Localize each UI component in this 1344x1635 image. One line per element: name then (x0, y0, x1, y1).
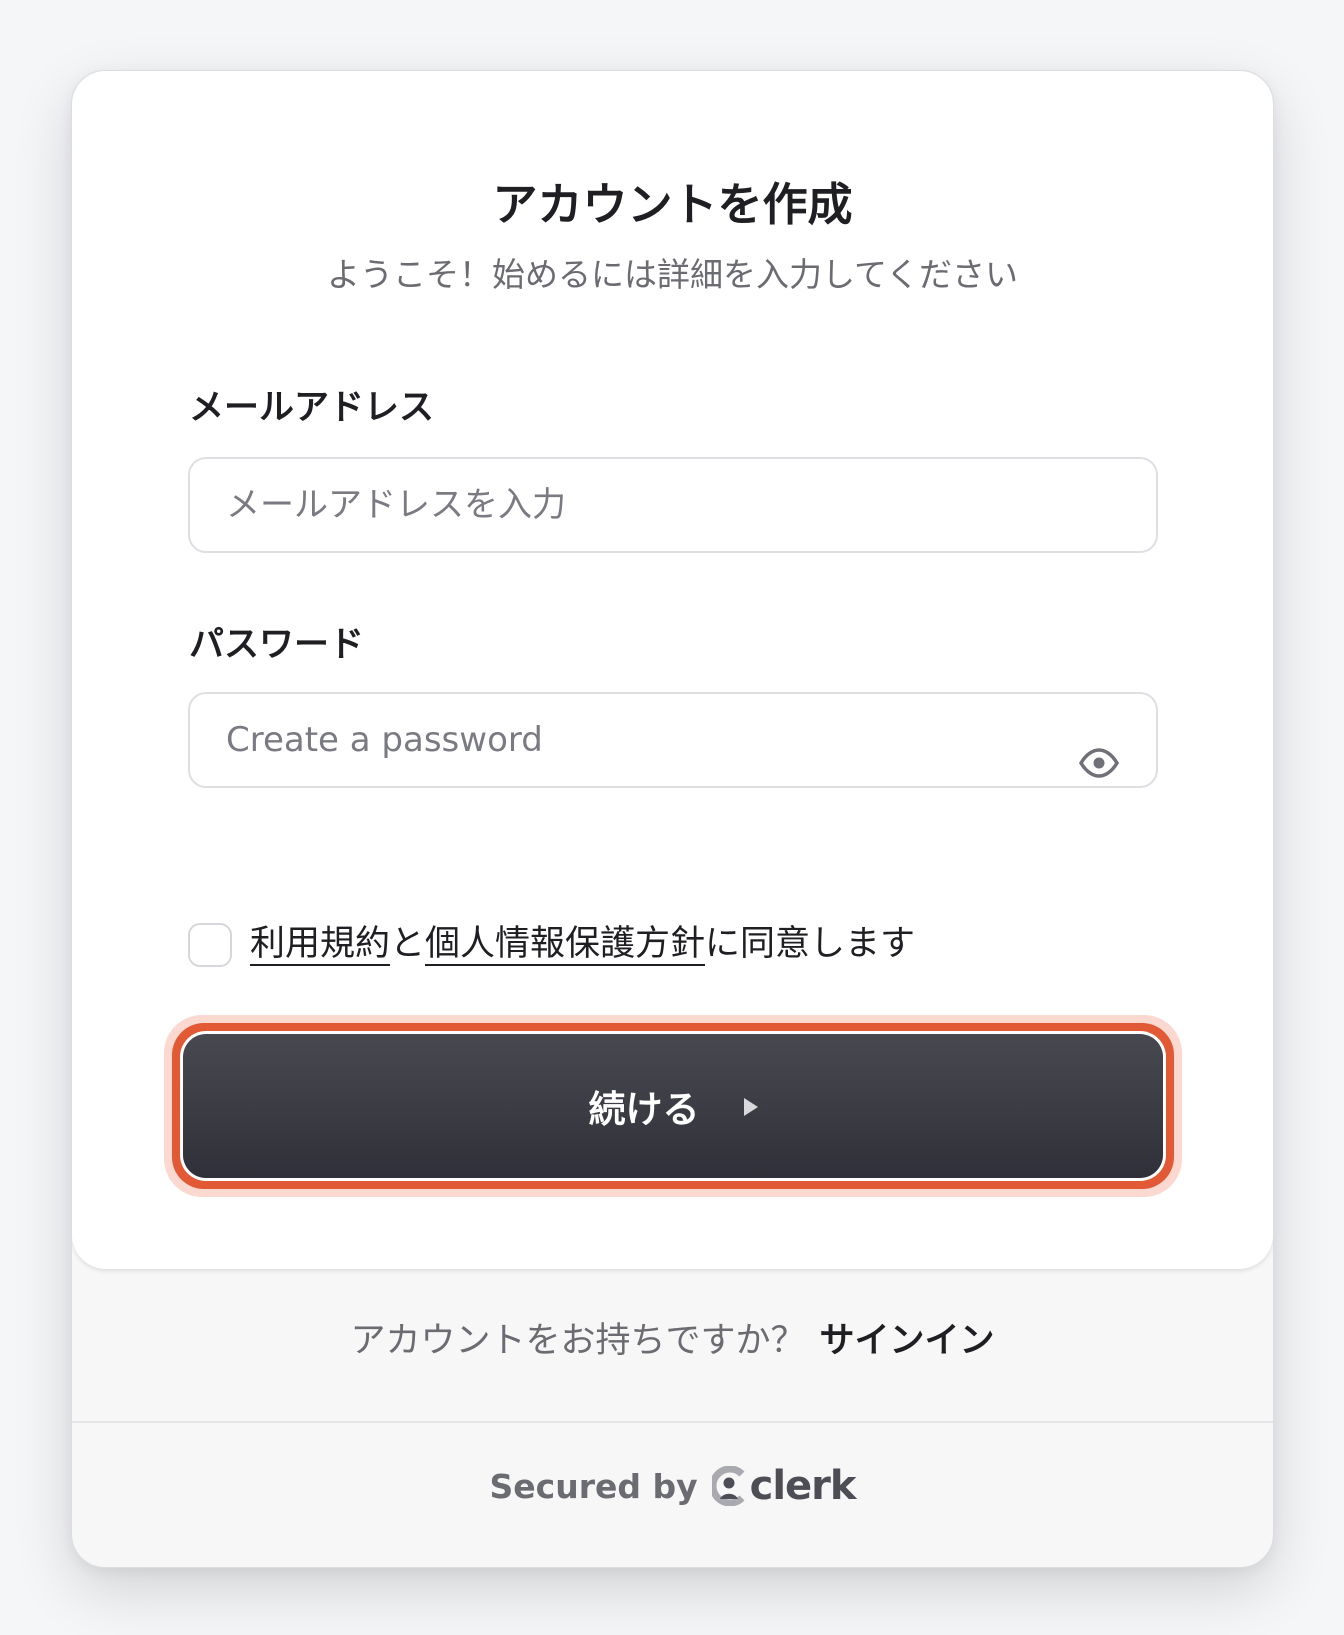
secured-by-text: Secured by (489, 1466, 698, 1506)
email-field-wrapper (188, 457, 1158, 553)
consent-text: 利用規約と個人情報保護方針に同意します (250, 917, 915, 971)
terms-checkbox[interactable] (188, 923, 232, 967)
secured-by-badge: Secured by clerk (72, 1463, 1273, 1509)
password-field[interactable] (190, 694, 1156, 786)
page-subtitle: ようこそ！始めるには詳細を入力してください (326, 255, 1019, 294)
continue-button-face[interactable]: 続ける (183, 1034, 1163, 1178)
password-field-wrapper (188, 692, 1158, 788)
terms-link[interactable]: 利用規約 (250, 924, 391, 966)
eye-icon[interactable] (1078, 748, 1120, 778)
signin-prompt-text: アカウントをお持ちですか？ (350, 1321, 806, 1361)
clerk-logo-icon (711, 1466, 745, 1506)
email-label: メールアドレス (189, 388, 435, 428)
continue-button-label: 続ける (588, 1088, 700, 1131)
signup-card: アカウントを作成 ようこそ！始めるには詳細を入力してください メールアドレス パ… (71, 70, 1274, 1568)
play-icon (743, 1098, 758, 1116)
footer-divider (72, 1421, 1273, 1423)
password-label: パスワード (189, 625, 365, 665)
signin-link[interactable]: サインイン (820, 1321, 995, 1361)
consent-connector: と (390, 924, 426, 964)
signup-form-panel: アカウントを作成 ようこそ！始めるには詳細を入力してください メールアドレス パ… (72, 71, 1273, 1269)
clerk-logo[interactable]: clerk (711, 1463, 857, 1509)
privacy-policy-link[interactable]: 個人情報保護方針 (425, 924, 706, 966)
clerk-logo-text: clerk (749, 1463, 857, 1509)
page-title: アカウントを作成 (492, 178, 853, 231)
consent-suffix: に同意します (705, 924, 916, 964)
email-field[interactable] (190, 459, 1156, 551)
signin-prompt: アカウントをお持ちですか？ サインイン (72, 1317, 1273, 1365)
continue-button[interactable]: 続ける (180, 1031, 1166, 1181)
